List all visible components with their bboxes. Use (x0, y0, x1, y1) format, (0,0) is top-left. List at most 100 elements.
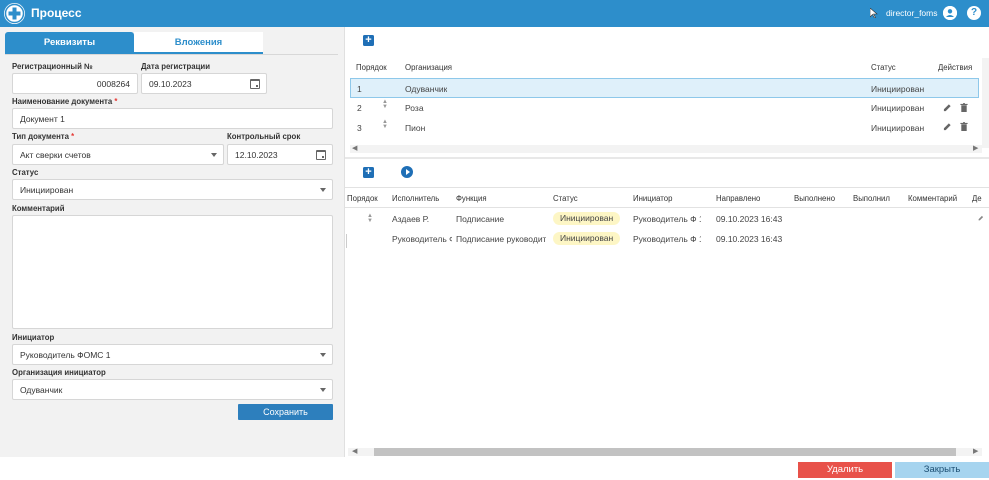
col-status[interactable]: Статус (553, 194, 578, 203)
doc-type-value: Акт сверки счетов (20, 150, 91, 160)
org-name: Роза (405, 103, 424, 113)
org-status: Инициирован (871, 123, 925, 133)
page-title: Процесс (31, 6, 82, 20)
add-task-icon[interactable]: + (363, 167, 374, 178)
save-button[interactable]: Сохранить (238, 404, 333, 420)
sort-arrows-icon[interactable]: ▲ ▼ (366, 213, 374, 224)
app-header (0, 0, 989, 27)
sort-arrows-icon[interactable]: ▲ ▼ (381, 119, 389, 130)
doc-name-label-text: Наименование документа (12, 97, 113, 106)
task-executor: Аздаев Р. (392, 214, 430, 224)
doc-name-field[interactable]: Документ 1 (12, 108, 333, 129)
doc-name-label: Наименование документа * (12, 97, 117, 106)
scroll-left-arrow[interactable]: ◀ (352, 447, 357, 455)
comment-textarea[interactable] (12, 215, 333, 329)
close-button[interactable]: Закрыть (895, 462, 989, 478)
dropdown-icon[interactable] (320, 388, 326, 392)
col-comment[interactable]: Комментарий (908, 194, 957, 203)
orgs-vscroll[interactable] (982, 58, 989, 148)
col-function[interactable]: Функция (456, 194, 487, 203)
deadline-label: Контрольный срок (227, 132, 301, 141)
scroll-right-arrow[interactable]: ▶ (973, 447, 978, 455)
row-marker (346, 234, 347, 248)
scroll-right-arrow[interactable]: ▶ (973, 144, 978, 152)
tasks-top-line (345, 187, 989, 188)
col-status[interactable]: Статус (871, 63, 896, 72)
org-status: Инициирован (871, 84, 925, 94)
initiator-org-value: Одуванчик (20, 385, 63, 395)
required-mark: * (114, 97, 118, 106)
tab-attachments[interactable]: Вложения (134, 32, 263, 54)
orgs-hscroll[interactable] (350, 145, 982, 153)
reg-date-field[interactable]: 09.10.2023 (141, 73, 267, 94)
dropdown-icon[interactable] (320, 188, 326, 192)
org-order: 1 (357, 84, 362, 94)
task-sent: 09.10.2023 16:43 (716, 214, 783, 224)
reg-number-label: Регистрационный № (12, 62, 93, 71)
reg-date-value: 09.10.2023 (149, 79, 192, 89)
org-status: Инициирован (871, 103, 925, 113)
doc-type-select[interactable]: Акт сверки счетов (12, 144, 224, 165)
col-actions: Действия (938, 63, 973, 72)
col-initiator[interactable]: Инициатор (633, 194, 672, 203)
username[interactable]: director_foms (886, 8, 938, 18)
user-icon[interactable] (943, 6, 957, 20)
col-done[interactable]: Выполнено (794, 194, 835, 203)
initiator-select[interactable]: Руководитель ФОМС 1 (12, 344, 333, 365)
panel-divider (344, 27, 345, 457)
status-label: Статус (12, 168, 39, 177)
required-mark: * (71, 132, 75, 141)
pencil-icon[interactable] (943, 103, 952, 112)
deadline-field[interactable]: 12.10.2023 (227, 144, 333, 165)
initiator-label: Инициатор (12, 333, 55, 342)
task-initiator: Руководитель Ф 1 (633, 234, 701, 244)
tasks-header-line (345, 207, 989, 208)
reg-number-field[interactable]: 0008264 (12, 73, 138, 94)
tasks-hscroll-thumb[interactable] (374, 448, 956, 456)
dropdown-icon[interactable] (211, 153, 217, 157)
initiator-value: Руководитель ФОМС 1 (20, 350, 111, 360)
col-order[interactable]: Порядок (356, 63, 387, 72)
splitter[interactable] (345, 157, 989, 159)
status-select[interactable]: Инициирован (12, 179, 333, 200)
trash-icon[interactable] (960, 122, 968, 131)
status-badge: Инициирован (553, 212, 621, 225)
col-sent[interactable]: Направлено (716, 194, 760, 203)
org-order: 2 (357, 103, 362, 113)
play-icon[interactable] (401, 166, 413, 178)
org-order: 3 (357, 123, 362, 133)
tab-divider (5, 54, 338, 55)
org-name: Пион (405, 123, 426, 133)
reg-date-label: Дата регистрации (141, 62, 210, 71)
task-function: Подписание (456, 214, 505, 224)
dropdown-icon[interactable] (320, 353, 326, 357)
initiator-org-select[interactable]: Одуванчик (12, 379, 333, 400)
col-organization[interactable]: Организация (405, 63, 452, 72)
calendar-icon[interactable] (316, 150, 326, 160)
deadline-value: 12.10.2023 (235, 150, 278, 160)
col-executor[interactable]: Исполнитель (392, 194, 439, 203)
add-org-icon[interactable]: + (363, 35, 374, 46)
pencil-icon[interactable] (978, 215, 984, 221)
calendar-icon[interactable] (250, 79, 260, 89)
status-value: Инициирован (20, 185, 74, 195)
task-initiator: Руководитель Ф 1 (633, 214, 701, 224)
task-sent: 09.10.2023 16:43 (716, 234, 783, 244)
col-actions: Де (972, 194, 982, 203)
help-icon[interactable]: ? (967, 6, 981, 20)
initiator-org-label: Организация инициатор (12, 368, 106, 377)
doc-type-label: Тип документа * (12, 132, 74, 141)
task-executor: Руководитель Ф (392, 234, 452, 244)
status-badge: Инициирован (553, 232, 621, 245)
tab-requisites[interactable]: Реквизиты (5, 32, 134, 54)
org-name: Одуванчик (405, 84, 448, 94)
col-done-by[interactable]: Выполнил (853, 194, 890, 203)
col-order[interactable]: Порядок (347, 194, 378, 203)
scroll-left-arrow[interactable]: ◀ (352, 144, 357, 152)
comment-label: Комментарий (12, 204, 65, 213)
pencil-icon[interactable] (943, 122, 952, 131)
trash-icon[interactable] (960, 103, 968, 112)
delete-button[interactable]: Удалить (798, 462, 892, 478)
sort-arrows-icon[interactable]: ▲ ▼ (381, 99, 389, 110)
logo-icon (4, 3, 25, 24)
